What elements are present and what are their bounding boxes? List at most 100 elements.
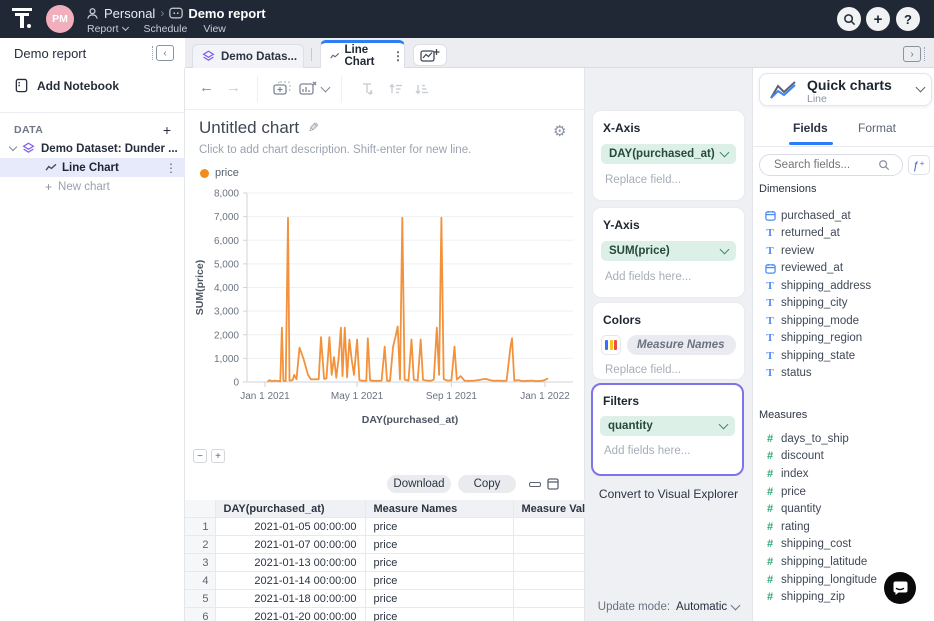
field-label: status: [781, 367, 812, 379]
tab-format[interactable]: Format: [858, 121, 896, 135]
remove-chart-icon[interactable]: [299, 81, 317, 97]
x-axis-field-pill[interactable]: DAY(purchased_at): [601, 144, 736, 164]
dimension-item-returned_at[interactable]: Treturned_at: [763, 225, 931, 243]
sidebar-item-dataset[interactable]: Demo Dataset: Dunder ...: [10, 142, 178, 155]
measure-item-quantity[interactable]: #quantity: [763, 500, 931, 518]
search-button[interactable]: [837, 7, 861, 31]
filters-field-pill[interactable]: quantity: [600, 416, 735, 436]
dimension-item-reviewed_at[interactable]: reviewed_at: [763, 260, 931, 278]
measure-item-discount[interactable]: #discount: [763, 448, 931, 466]
sidebar-divider: [0, 112, 185, 113]
chart-legend[interactable]: price: [200, 167, 239, 179]
chart-settings-button[interactable]: ⚙: [553, 122, 566, 140]
dimension-item-shipping_state[interactable]: Tshipping_state: [763, 347, 931, 365]
add-button[interactable]: +: [866, 7, 890, 31]
collapse-sidebar-button[interactable]: ‹: [152, 45, 174, 61]
add-notebook-button[interactable]: Add Notebook: [14, 78, 119, 93]
field-label: reviewed_at: [781, 262, 843, 274]
tab-fields[interactable]: Fields: [793, 121, 828, 135]
search-fields-box[interactable]: [759, 154, 903, 176]
copy-button[interactable]: Copy: [458, 475, 516, 493]
zoom-out-button[interactable]: −: [193, 449, 207, 463]
search-fields-input[interactable]: [772, 158, 876, 172]
tab-dataset[interactable]: Demo Datas...: [192, 44, 304, 68]
chart-title[interactable]: Untitled chart: [199, 118, 299, 138]
measure-item-days_to_ship[interactable]: #days_to_ship: [763, 430, 931, 448]
measure-item-shipping_latitude[interactable]: #shipping_latitude: [763, 553, 931, 571]
search-icon: [843, 13, 856, 26]
duplicate-frame-icon[interactable]: [273, 81, 291, 97]
zoom-in-button[interactable]: +: [211, 449, 225, 463]
convert-to-visual-explorer-link[interactable]: Convert to Visual Explorer: [585, 487, 752, 501]
dimension-item-status[interactable]: Tstatus: [763, 365, 931, 383]
table-row[interactable]: 32021-01-13 00:00:00price: [185, 554, 585, 572]
chart-description-placeholder[interactable]: Click to add chart description. Shift-en…: [199, 144, 471, 156]
dimension-item-purchased_at[interactable]: purchased_at: [763, 207, 931, 225]
app-logo[interactable]: [12, 6, 36, 32]
redo-button[interactable]: →: [226, 79, 241, 96]
table-cell: 2021-01-18 00:00:00: [215, 590, 365, 608]
column-header[interactable]: Measure Valu: [513, 500, 585, 518]
sidebar-item-new-chart[interactable]: + New chart: [45, 180, 110, 194]
chat-widget-button[interactable]: [884, 572, 916, 604]
tab-line-chart[interactable]: Line Chart ⋮: [320, 40, 405, 68]
measure-item-price[interactable]: #price: [763, 483, 931, 501]
breadcrumb-workspace[interactable]: Personal: [104, 6, 155, 21]
breadcrumb-report[interactable]: Demo report: [188, 6, 265, 21]
filters-add-placeholder[interactable]: Add fields here...: [604, 445, 742, 457]
table-row[interactable]: 12021-01-05 00:00:00price: [185, 518, 585, 536]
chevron-down-icon: [731, 601, 741, 611]
measure-icon: #: [763, 556, 777, 568]
undo-button[interactable]: ←: [199, 79, 214, 96]
kebab-icon[interactable]: ⋮: [165, 161, 177, 175]
add-chart-tab-button[interactable]: [413, 44, 447, 66]
quick-charts-selector[interactable]: Quick charts Line: [759, 73, 932, 106]
table-row[interactable]: 62021-01-20 00:00:00price: [185, 608, 585, 621]
dimension-item-shipping_region[interactable]: Tshipping_region: [763, 330, 931, 348]
dimension-item-shipping_address[interactable]: Tshipping_address: [763, 277, 931, 295]
expand-panel-button[interactable]: ›: [903, 46, 925, 62]
report-panel-title: Demo report: [14, 46, 86, 61]
column-header[interactable]: Measure Names: [365, 500, 513, 518]
minimize-table-icon[interactable]: [529, 482, 541, 487]
filters-header: Filters: [603, 394, 742, 408]
results-table-container[interactable]: DAY(purchased_at)Measure NamesMeasure Va…: [185, 500, 585, 621]
measure-item-index[interactable]: #index: [763, 465, 931, 483]
kebab-icon[interactable]: ⋮: [392, 49, 404, 63]
line-chart-plot[interactable]: 01,0002,0003,0004,0005,0006,0007,0008,00…: [185, 180, 585, 430]
chevron-down-icon[interactable]: [321, 83, 331, 93]
dimension-item-review[interactable]: Treview: [763, 242, 931, 260]
x-axis-replace-placeholder[interactable]: Replace field...: [605, 174, 744, 186]
text-type-icon: T: [763, 297, 777, 309]
plus-icon: +: [874, 11, 883, 28]
dataset-icon: [22, 142, 35, 155]
y-axis-field-pill[interactable]: SUM(price): [601, 241, 736, 261]
download-button[interactable]: Download: [387, 475, 451, 493]
measure-item-shipping_cost[interactable]: #shipping_cost: [763, 536, 931, 554]
dimension-item-shipping_city[interactable]: Tshipping_city: [763, 295, 931, 313]
menu-view[interactable]: View: [203, 23, 226, 35]
colors-field-pill[interactable]: Measure Names: [627, 335, 736, 355]
measure-item-rating[interactable]: #rating: [763, 518, 931, 536]
pencil-icon[interactable]: ✎: [308, 120, 319, 136]
add-data-button[interactable]: +: [163, 122, 171, 138]
add-calculated-field-button[interactable]: ƒ⁺: [908, 155, 930, 175]
expand-table-icon[interactable]: [547, 478, 559, 490]
y-axis-add-placeholder[interactable]: Add fields here...: [605, 271, 744, 283]
sort-descending-icon[interactable]: [414, 81, 430, 97]
plus-icon: +: [45, 180, 52, 194]
help-button[interactable]: ?: [896, 7, 920, 31]
sort-ascending-icon[interactable]: [388, 81, 404, 97]
column-header[interactable]: DAY(purchased_at): [215, 500, 365, 518]
sidebar-item-line-chart[interactable]: Line Chart ⋮: [0, 158, 185, 177]
menu-report[interactable]: Report: [87, 23, 128, 35]
table-row[interactable]: 22021-01-07 00:00:00price: [185, 536, 585, 554]
transpose-icon[interactable]: [361, 81, 377, 97]
menu-schedule[interactable]: Schedule: [144, 23, 188, 35]
update-mode-select[interactable]: Automatic: [676, 601, 739, 613]
avatar[interactable]: PM: [46, 5, 74, 33]
dimension-item-shipping_mode[interactable]: Tshipping_mode: [763, 312, 931, 330]
table-row[interactable]: 42021-01-14 00:00:00price: [185, 572, 585, 590]
colors-replace-placeholder[interactable]: Replace field...: [605, 364, 744, 376]
table-row[interactable]: 52021-01-18 00:00:00price: [185, 590, 585, 608]
